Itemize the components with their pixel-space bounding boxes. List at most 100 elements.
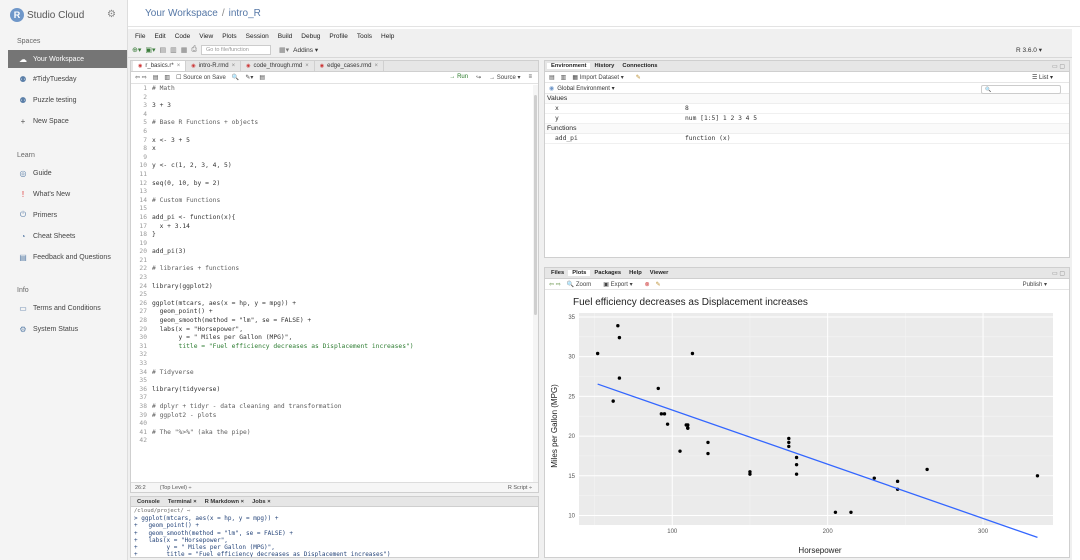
close-icon[interactable]: × [232,63,236,69]
tab-help[interactable]: Help [625,270,646,276]
env-row[interactable]: add_pi function (x) [545,134,1069,144]
save-icon[interactable]: ▥ [170,46,177,54]
editor-scrollbar[interactable] [533,85,538,482]
sidebar-item-puzzle-testing[interactable]: ⚉ Puzzle testing [8,91,127,109]
code-line[interactable]: 7 x <- 3 + 5 [131,137,538,146]
list-view-menu[interactable]: ☰ List ▾ [1032,74,1053,81]
code-line[interactable]: 32 [131,351,538,360]
code-line[interactable]: 2 [131,94,538,103]
code-line[interactable]: 35 [131,377,538,386]
code-line[interactable]: 25 [131,291,538,300]
clear-broom-icon[interactable]: ✎ [636,74,641,81]
publish-button[interactable]: Publish ▾ [1023,281,1047,288]
tab-terminal[interactable]: Terminal × [164,499,201,505]
pane-maximize-icon[interactable]: ▭ ▢ [1052,270,1065,277]
code-line[interactable]: 16 add_pi <- function(x){ [131,214,538,223]
prev-plot-icon[interactable]: ⇦ ⇨ [549,281,561,288]
sidebar-item-guide[interactable]: ◎ Guide [8,164,127,182]
tab-environment[interactable]: Environment [547,63,591,69]
code-line[interactable]: 39 # ggplot2 - plots [131,412,538,421]
menu-profile[interactable]: Profile [329,33,347,40]
menu-build[interactable]: Build [278,33,292,40]
code-line[interactable]: 28 geom_smooth(method = "lm", se = FALSE… [131,317,538,326]
code-line[interactable]: 18} [131,231,538,240]
code-line[interactable]: 19 [131,240,538,249]
sidebar-item-feedback[interactable]: ▤ Feedback and Questions [8,248,127,266]
code-line[interactable]: 26 ggplot(mtcars, aes(x = hp, y = mpg)) + [131,300,538,309]
menu-file[interactable]: File [135,33,145,40]
sidebar-item-cheat-sheets[interactable]: ◔ Cheat Sheets [8,227,127,245]
tab-code-through[interactable]: ◉ code_through.rmd × [241,61,315,71]
code-line[interactable]: 40 [131,420,538,429]
env-row[interactable]: x 8 [545,104,1069,114]
code-line[interactable]: 15 [131,205,538,214]
code-line[interactable]: 3 3 + 3 [131,102,538,111]
code-line[interactable]: 42 [131,437,538,446]
code-line[interactable]: 24 library(ggplot2) [131,283,538,292]
new-project-icon[interactable]: ▣▾ [145,46,155,54]
menu-debug[interactable]: Debug [301,33,320,40]
save-icon[interactable]: ▥ [164,74,170,81]
code-line[interactable]: 30 y = " Miles per Gallon (MPG)", [131,334,538,343]
tab-packages[interactable]: Packages [590,270,625,276]
tab-r-basics[interactable]: ◉ r_basics.r* × [133,61,187,71]
back-arrow-icon[interactable]: ⇦ ⇨ [135,74,147,81]
code-line[interactable]: 36 library(tidyverse) [131,386,538,395]
remove-plot-icon[interactable]: ⊗ [645,281,650,288]
run-button[interactable]: → Run [449,74,468,81]
goto-file-input[interactable]: Go to file/function [201,45,272,55]
menu-tools[interactable]: Tools [357,33,372,40]
code-area[interactable]: 1 # Math 2 3 3 + 3 4 5 # Base R Functions + obj… [131,85,538,482]
code-line[interactable]: 20 add_pi(3) [131,248,538,257]
code-line[interactable]: 27 geom_point() + [131,308,538,317]
sidebar-item-system-status[interactable]: ⚙ System Status [8,320,127,338]
code-line[interactable]: 17 x + 3.14 [131,223,538,232]
code-line[interactable]: 21 [131,257,538,266]
code-line[interactable]: 23 [131,274,538,283]
scrollbar-thumb[interactable] [534,95,537,315]
sidebar-item-whats-new[interactable]: ! What's New [8,185,127,203]
load-workspace-icon[interactable]: ▤ [549,74,555,81]
sidebar-item-primers[interactable]: ⏻ Primers [8,206,127,224]
code-line[interactable]: 4 [131,111,538,120]
code-tools-icon[interactable]: ✎▾ [245,74,253,81]
settings-gear-icon[interactable]: ⚙ [107,9,116,20]
sidebar-item-terms[interactable]: ▭ Terms and Conditions [8,299,127,317]
tab-history[interactable]: History [590,63,618,69]
menu-view[interactable]: View [199,33,213,40]
console-output[interactable]: > ggplot(mtcars, aes(x = hp, y = mpg)) +… [131,515,538,557]
code-line[interactable]: 34 # Tidyverse [131,369,538,378]
addins-menu[interactable]: Addins ▾ [293,46,318,54]
code-line[interactable]: 41 # The "%>%" (aka the pipe) [131,429,538,438]
code-line[interactable]: 12 seq(0, 10, by = 2) [131,180,538,189]
grid-icon[interactable]: ▦▾ [279,46,289,54]
breadcrumb-project[interactable]: intro_R [229,8,261,19]
new-file-icon[interactable]: ⊕▾ [132,46,141,54]
env-row[interactable]: y num [1:5] 1 2 3 4 5 [545,114,1069,124]
open-file-icon[interactable]: ▤ [160,46,167,54]
menu-edit[interactable]: Edit [154,33,165,40]
environment-search-input[interactable]: 🔍 [981,85,1061,94]
working-directory[interactable]: /cloud/project/ ⇨ [131,507,538,515]
code-line[interactable]: 22 # libraries + functions [131,265,538,274]
export-button[interactable]: ▣ Export ▾ [603,281,638,288]
search-icon[interactable]: 🔍 [232,74,239,81]
print-icon[interactable]: ⎙ [191,46,197,54]
menu-code[interactable]: Code [175,33,191,40]
sidebar-item-tidytuesday[interactable]: ⚉ #TidyTuesday [8,70,127,88]
menu-session[interactable]: Session [246,33,269,40]
code-line[interactable]: 14 # Custom Functions [131,197,538,206]
brand-logo[interactable]: R Studio Cloud [10,7,84,23]
menu-help[interactable]: Help [381,33,394,40]
close-icon[interactable]: × [177,63,181,69]
source-button[interactable]: → Source ▾ [489,74,520,81]
code-line[interactable]: 11 [131,171,538,180]
close-icon[interactable]: × [374,63,378,69]
import-dataset-button[interactable]: ▦ Import Dataset ▾ [572,74,629,81]
rerun-icon[interactable]: ↪ [476,74,481,81]
code-line[interactable]: 1 # Math [131,85,538,94]
code-line[interactable]: 29 labs(x = "Horsepower", [131,326,538,335]
code-line[interactable]: 5 # Base R Functions + objects [131,119,538,128]
code-line[interactable]: 10 y <- c(1, 2, 3, 4, 5) [131,162,538,171]
sidebar-item-your-workspace[interactable]: ☁ Your Workspace [8,50,127,68]
